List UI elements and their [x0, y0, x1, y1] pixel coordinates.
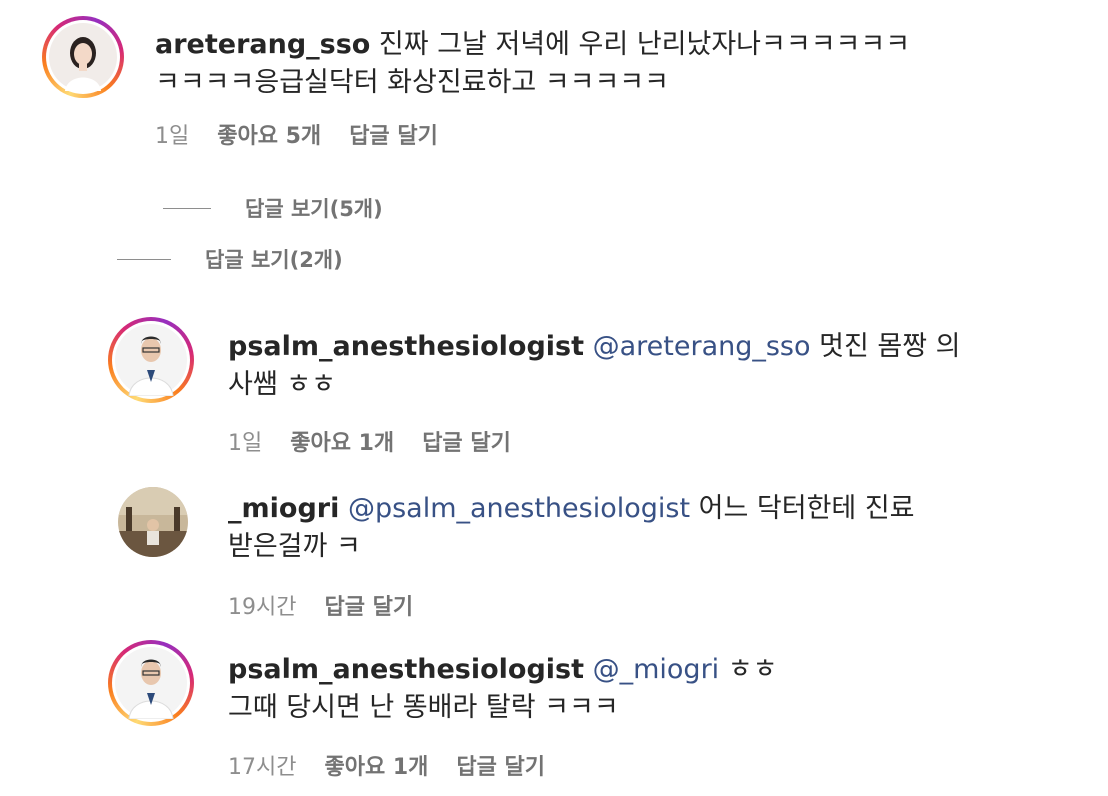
avatar-photo-icon: [118, 487, 188, 557]
comment-body-line2: 사쌤 ㅎㅎ: [228, 369, 336, 400]
comment-meta: 17시간 좋아요 1개 답글 달기: [228, 749, 545, 781]
view-replies-2[interactable]: 답글 보기(2개): [117, 244, 343, 274]
avatar-story-ring[interactable]: [108, 640, 194, 726]
avatar-doctor-icon: [115, 647, 187, 719]
likes-count[interactable]: 좋아요 5개: [217, 118, 321, 150]
comment-body-line1: 멋진 몸짱 의: [810, 331, 961, 362]
comment-meta: 19시간 답글 달기: [228, 589, 413, 621]
mention-link[interactable]: @psalm_anesthesiologist: [348, 493, 690, 524]
comment-text: _miogri @psalm_anesthesiologist 어느 닥터한테 …: [228, 490, 1048, 566]
comment-body-line1: 진짜 그날 저녁에 우리 난리났자나ㅋㅋㅋㅋㅋㅋ: [370, 29, 911, 60]
timestamp[interactable]: 17시간: [228, 749, 296, 781]
mention-link[interactable]: @_miogri: [593, 654, 720, 685]
timestamp[interactable]: 1일: [155, 118, 189, 150]
comment-meta: 1일 좋아요 1개 답글 달기: [228, 425, 511, 457]
avatar-story-ring[interactable]: [108, 317, 194, 403]
timestamp[interactable]: 1일: [228, 425, 262, 457]
avatar-doctor-icon: [115, 324, 187, 396]
timestamp[interactable]: 19시간: [228, 589, 296, 621]
reply-button[interactable]: 답글 달기: [324, 589, 413, 621]
comment-body-line1: 어느 닥터한테 진료: [690, 493, 915, 524]
comment-meta: 1일 좋아요 5개 답글 달기: [155, 118, 438, 150]
comment-body-line1: ㅎㅎ: [719, 654, 778, 685]
reply-button[interactable]: 답글 달기: [349, 118, 438, 150]
reply-button[interactable]: 답글 달기: [422, 425, 511, 457]
username[interactable]: _miogri: [228, 493, 339, 524]
username[interactable]: areterang_sso: [155, 29, 370, 60]
mention-link[interactable]: @areterang_sso: [593, 331, 811, 362]
likes-count[interactable]: 좋아요 1개: [290, 425, 394, 457]
view-replies-label: 답글 보기(2개): [205, 248, 343, 272]
avatar-story-ring[interactable]: [42, 16, 124, 98]
username[interactable]: psalm_anesthesiologist: [228, 331, 584, 362]
comment-body-line2: ㅋㅋㅋㅋ응급실닥터 화상진료하고 ㅋㅋㅋㅋㅋ: [155, 67, 669, 98]
comment-text: areterang_sso 진짜 그날 저녁에 우리 난리났자나ㅋㅋㅋㅋㅋㅋ ㅋ…: [155, 26, 975, 102]
comment-text: psalm_anesthesiologist @_miogri ㅎㅎ 그때 당시…: [228, 651, 1048, 727]
comment-text: psalm_anesthesiologist @areterang_sso 멋진…: [228, 328, 1048, 404]
likes-count[interactable]: 좋아요 1개: [324, 749, 428, 781]
avatar[interactable]: [118, 487, 188, 557]
divider-line: [117, 258, 171, 260]
comment-body-line2: 받은걸까 ㅋ: [228, 531, 361, 562]
view-replies-label: 답글 보기(5개): [245, 197, 383, 221]
reply-button[interactable]: 답글 달기: [456, 749, 545, 781]
divider-line: [163, 207, 211, 209]
view-replies-5[interactable]: 답글 보기(5개): [163, 193, 383, 223]
avatar-woman-icon: [49, 23, 117, 91]
username[interactable]: psalm_anesthesiologist: [228, 654, 584, 685]
comment-body-line2: 그때 당시면 난 똥배라 탈락 ㅋㅋㅋ: [228, 692, 619, 723]
